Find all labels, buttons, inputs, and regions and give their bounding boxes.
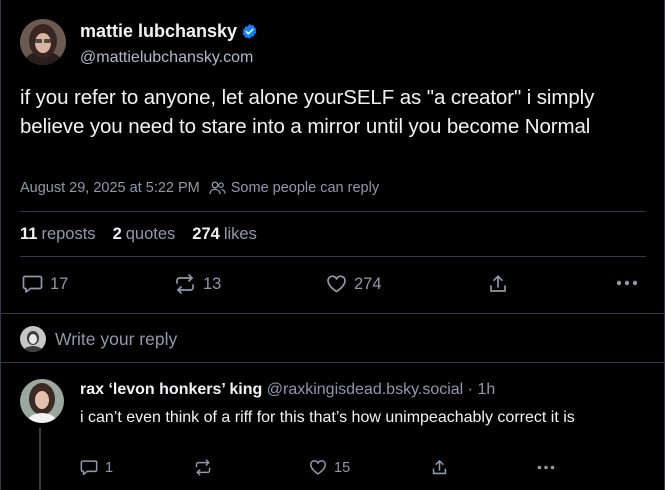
more-options-button[interactable] [616, 280, 638, 286]
reply-author-name[interactable]: rax ‘levon honkers’ king [80, 381, 262, 398]
author-avatar[interactable] [20, 19, 66, 65]
like-button[interactable]: 274 [326, 274, 382, 294]
reply-composer[interactable]: Write your reply [20, 326, 177, 352]
heart-icon [310, 460, 326, 475]
reply-repost-button[interactable] [194, 459, 212, 476]
repost-icon [195, 459, 211, 476]
share-icon [432, 460, 447, 475]
reply-share-button[interactable] [431, 459, 448, 476]
likes-label: likes [223, 225, 257, 243]
reposts-count: 11 [20, 225, 38, 243]
reply-composer-placeholder: Write your reply [55, 328, 178, 349]
likes-stat[interactable]: 274 likes [192, 225, 257, 244]
verified-badge-icon [242, 24, 257, 39]
quotes-count: 2 [112, 225, 122, 243]
likes-count: 274 [192, 225, 220, 243]
reply-author-avatar[interactable] [20, 379, 64, 423]
reply-more-options-button[interactable] [537, 465, 555, 470]
like-count: 274 [354, 274, 382, 293]
people-icon [209, 181, 226, 195]
more-options-icon [616, 280, 638, 286]
divider [20, 256, 646, 257]
post-meta: August 29, 2025 at 5:22 PM Some people c… [20, 180, 379, 196]
quotes-stat[interactable]: 2 quotes [113, 225, 176, 244]
post-timestamp[interactable]: August 29, 2025 at 5:22 PM [20, 180, 200, 196]
divider [1, 313, 665, 314]
repost-button[interactable]: 13 [174, 274, 221, 294]
heart-icon [327, 275, 346, 293]
more-options-icon [537, 465, 555, 470]
reply-reply-count: 1 [105, 459, 114, 476]
reply-author-handle[interactable]: @raxkingisdead.bsky.social · 1h [267, 381, 496, 398]
quotes-label: quotes [125, 225, 176, 243]
reply-text: i can’t even think of a riff for this th… [80, 409, 575, 426]
repost-count: 13 [203, 274, 222, 293]
post-thread-view: mattie lubchansky @mattielubchansky.com … [0, 0, 665, 490]
reply-like-count: 15 [334, 459, 351, 476]
reposts-label: reposts [41, 225, 96, 243]
divider [1, 362, 665, 363]
share-button[interactable] [488, 274, 508, 294]
reply-setting[interactable]: Some people can reply [209, 180, 379, 196]
reposts-stat[interactable]: 11 reposts [20, 225, 96, 244]
reply-button[interactable]: 17 [22, 274, 68, 294]
thread-line [39, 428, 41, 490]
reply-setting-label: Some people can reply [230, 180, 380, 196]
reply-author-line: rax ‘levon honkers’ king @raxkingisdead.… [80, 381, 495, 399]
reply-reply-button[interactable]: 1 [80, 459, 113, 476]
reply-icon [80, 460, 98, 476]
post-stats: 11 reposts 2 quotes 274 likes [20, 225, 257, 244]
share-icon [490, 275, 506, 292]
post-text: if you refer to anyone, let alone yourSE… [20, 86, 595, 138]
reply-count: 17 [50, 274, 69, 293]
repost-icon [176, 274, 194, 294]
author-display-name[interactable]: mattie lubchansky [80, 21, 258, 42]
my-avatar [20, 326, 46, 352]
reply-icon [22, 275, 43, 293]
author-handle[interactable]: @mattielubchansky.com [80, 49, 253, 67]
divider [20, 211, 646, 212]
reply-like-button[interactable]: 15 [309, 459, 350, 476]
author-name-text[interactable]: mattie lubchansky [80, 21, 237, 42]
